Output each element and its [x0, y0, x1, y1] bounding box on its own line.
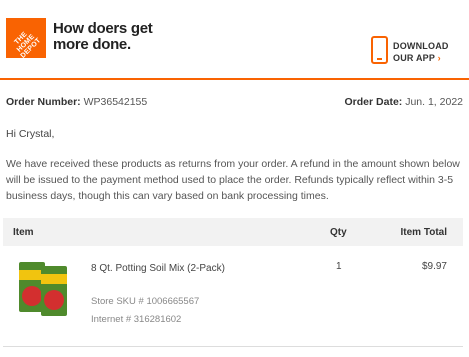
download-app-link[interactable]: DOWNLOAD OUR APP ›	[371, 36, 459, 68]
order-number-value: WP36542155	[83, 96, 148, 108]
column-item: Item	[13, 227, 34, 238]
potting-soil-image[interactable]	[17, 260, 69, 316]
table-row: 8 Qt. Potting Soil Mix (2-Pack) 1 $9.97 …	[3, 250, 463, 340]
chevron-right-icon: ›	[437, 53, 441, 63]
soil-bag-graphic	[41, 266, 67, 316]
order-number-label: Order Number:	[6, 96, 81, 108]
store-sku: Store SKU # 1006665567	[91, 296, 200, 307]
order-date-value: Jun. 1, 2022	[405, 96, 463, 108]
phone-icon	[371, 36, 388, 64]
download-line2: OUR APP	[393, 53, 435, 63]
internet-number: Internet # 316281602	[91, 314, 182, 325]
home-depot-logo[interactable]: THE HOME DEPOT	[6, 18, 46, 60]
email-header: THE HOME DEPOT How doers get more done. …	[0, 0, 469, 80]
order-meta: Order Number: WP36542155 Order Date: Jun…	[6, 96, 463, 108]
order-date: Order Date: Jun. 1, 2022	[345, 96, 463, 108]
column-item-total: Item Total	[400, 227, 447, 238]
product-total: $9.97	[421, 261, 447, 272]
product-name[interactable]: 8 Qt. Potting Soil Mix (2-Pack)	[91, 263, 225, 274]
column-qty: Qty	[330, 227, 347, 238]
logo-text: THE HOME DEPOT	[13, 30, 43, 60]
return-message: We have received these products as retur…	[6, 158, 460, 202]
order-date-label: Order Date:	[344, 96, 403, 108]
greeting: Hi Crystal,	[6, 128, 55, 140]
tagline: How doers get more done.	[53, 20, 153, 53]
divider	[3, 346, 463, 347]
download-line1: DOWNLOAD	[393, 41, 449, 51]
download-app-label: DOWNLOAD OUR APP ›	[393, 40, 459, 64]
items-table-header: Item Qty Item Total	[3, 218, 463, 246]
product-qty: 1	[336, 261, 342, 272]
